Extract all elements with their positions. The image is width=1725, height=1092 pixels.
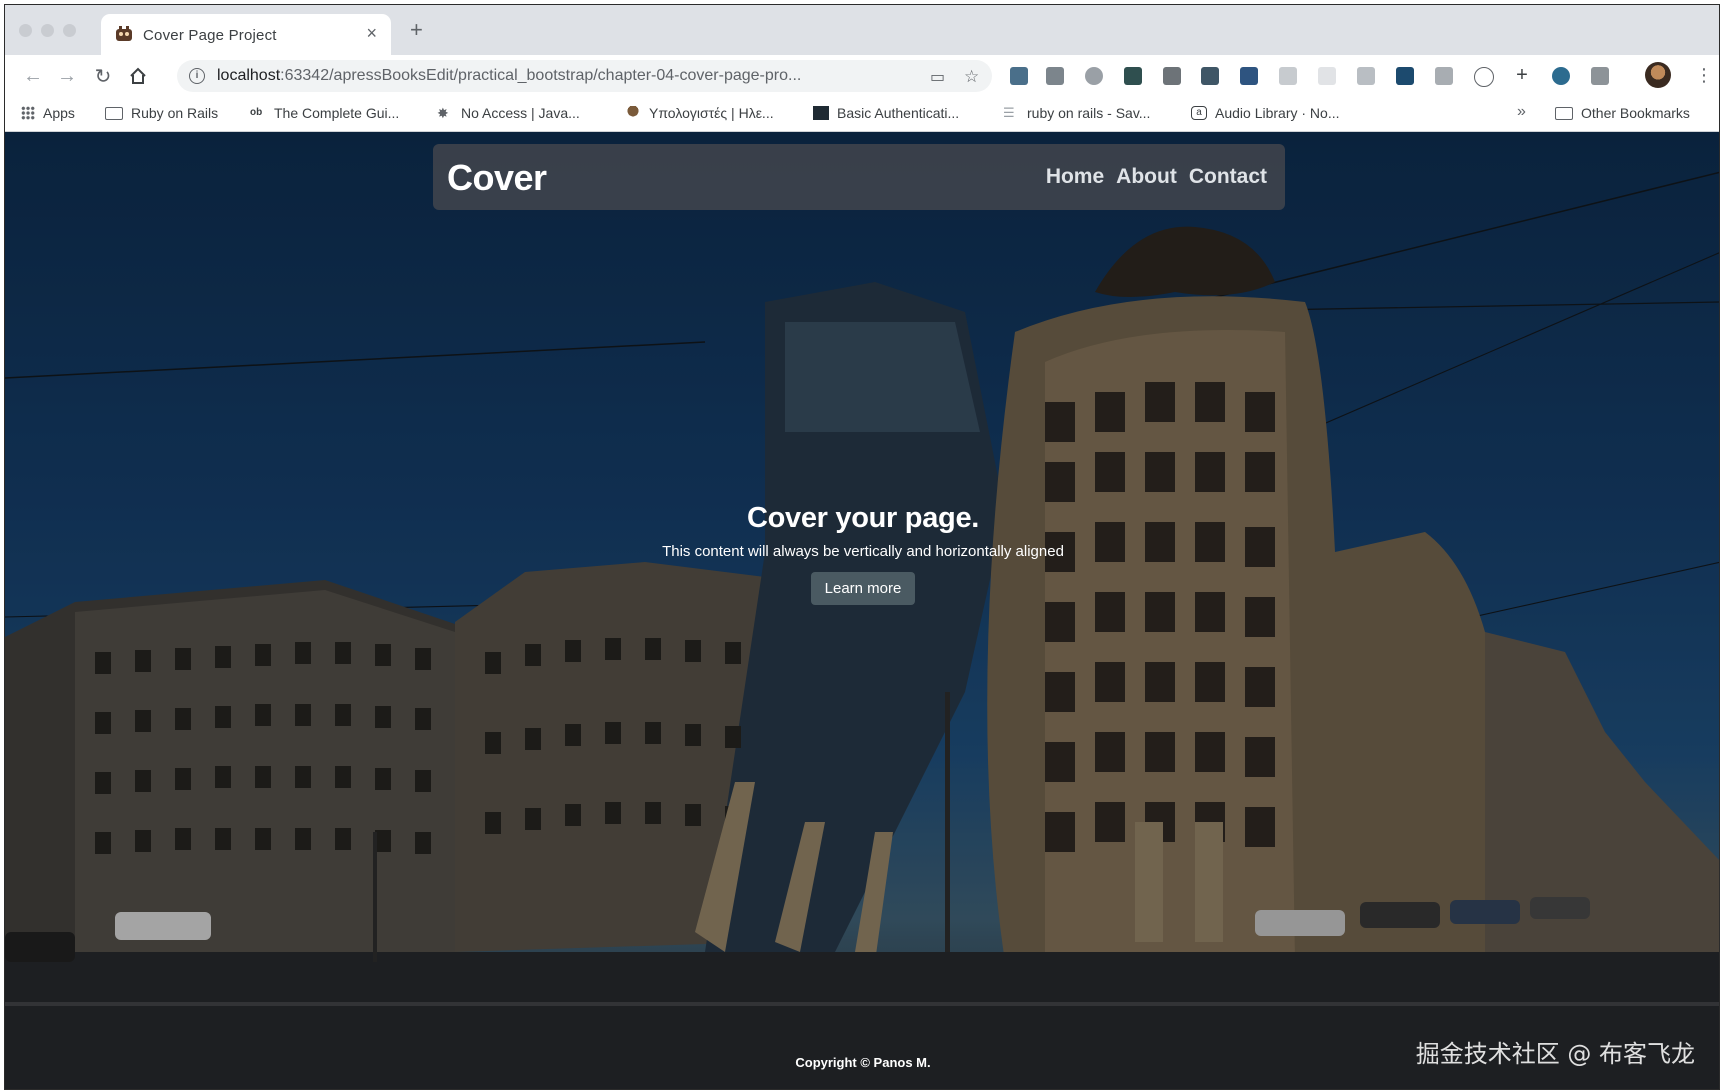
- bookmark-label: ruby on rails - Sav...: [1027, 105, 1151, 121]
- nav-link-contact[interactable]: Contact: [1189, 165, 1267, 189]
- menu-dots-icon[interactable]: ⋮: [1695, 65, 1713, 85]
- tab-strip: Cover Page Project × +: [5, 5, 1719, 55]
- extension-photo-icon[interactable]: [1279, 67, 1297, 85]
- star-burst-icon: ✸: [437, 105, 449, 121]
- folder-icon: [105, 106, 123, 120]
- bookmark-no-access-java[interactable]: ✸ No Access | Java...: [437, 105, 580, 121]
- extension-globe-icon[interactable]: [1552, 67, 1570, 85]
- audio-icon: a: [1191, 106, 1207, 120]
- close-window-control[interactable]: [19, 24, 32, 37]
- extension-swirl-icon[interactable]: [1085, 67, 1103, 85]
- url-host: localhost: [217, 67, 281, 84]
- maximize-window-control[interactable]: [63, 24, 76, 37]
- bookmarks-bar: Apps Ruby on Rails ob The Complete Gui...…: [5, 97, 1719, 132]
- browser-window: Cover Page Project × + ← → ↻ i localhost…: [4, 4, 1720, 1090]
- reload-icon[interactable]: ↻: [91, 64, 115, 88]
- home-icon[interactable]: [126, 64, 150, 88]
- ob-icon: ob: [250, 107, 263, 118]
- cover-lead: This content will always be vertically a…: [662, 543, 1064, 560]
- extension-chat-icon[interactable]: [1357, 67, 1375, 85]
- site-info-icon[interactable]: i: [189, 68, 205, 84]
- extension-c-icon[interactable]: [1124, 67, 1142, 85]
- extension-k-icon[interactable]: [1240, 67, 1258, 85]
- bookmark-star-icon[interactable]: ☆: [964, 67, 979, 87]
- bookmark-label: Other Bookmarks: [1581, 105, 1690, 121]
- extension-move-icon[interactable]: +: [1513, 65, 1531, 85]
- back-icon[interactable]: ←: [21, 64, 45, 88]
- minimize-window-control[interactable]: [41, 24, 54, 37]
- bookmark-ypologistes[interactable]: Υπολογιστές | Ηλε...: [625, 105, 774, 121]
- extension-layers-icon[interactable]: [1435, 67, 1453, 85]
- browser-tab[interactable]: Cover Page Project ×: [101, 14, 391, 55]
- main-nav: Home About Contact: [1046, 165, 1267, 189]
- bookmark-other-bookmarks[interactable]: Other Bookmarks: [1555, 105, 1690, 121]
- dark-overlay: [5, 132, 1719, 1089]
- bookmark-label: Υπολογιστές | Ηλε...: [649, 105, 774, 121]
- bookmarks-overflow-icon[interactable]: »: [1517, 103, 1526, 121]
- extension-print-icon[interactable]: [1591, 67, 1609, 85]
- url-path: :63342/apressBooksEdit/practical_bootstr…: [280, 67, 802, 84]
- bookmark-label: Basic Authenticati...: [837, 105, 960, 121]
- bookmark-basic-authentication[interactable]: Basic Authenticati...: [813, 105, 959, 121]
- cast-icon[interactable]: ▭: [930, 67, 945, 87]
- bookmark-apps[interactable]: Apps: [21, 105, 75, 121]
- extension-dropper-icon[interactable]: [1010, 67, 1028, 85]
- bookmark-label: Apps: [43, 105, 75, 121]
- profile-avatar[interactable]: [1645, 62, 1671, 88]
- nav-link-home[interactable]: Home: [1046, 165, 1104, 189]
- tab-close-icon[interactable]: ×: [366, 23, 377, 43]
- tab-title: Cover Page Project: [143, 27, 277, 44]
- extension-molecule-icon[interactable]: [1046, 67, 1064, 85]
- page-viewport: Cover Home About Contact Cover your page…: [5, 132, 1719, 1089]
- extension-gear-icon[interactable]: [1163, 67, 1181, 85]
- bookmark-audio-library[interactable]: a Audio Library · No...: [1191, 105, 1340, 121]
- forward-icon[interactable]: →: [55, 64, 79, 88]
- cover-heading: Cover your page.: [746, 502, 980, 534]
- learn-more-button[interactable]: Learn more: [810, 572, 916, 605]
- diamond-icon: [813, 106, 829, 120]
- watermark-text: 掘金技术社区 @ 布客飞龙: [1415, 1040, 1695, 1068]
- folder-icon: [1555, 106, 1573, 120]
- browser-toolbar: ← → ↻ i localhost:63342/apressBooksEdit/…: [5, 55, 1719, 97]
- nav-link-about[interactable]: About: [1116, 165, 1177, 189]
- tree-icon: [625, 106, 641, 120]
- extension-a-icon[interactable]: [1474, 67, 1494, 87]
- bookmark-label: Ruby on Rails: [131, 105, 219, 121]
- site-header: Cover Home About Contact: [433, 144, 1285, 210]
- extension-badge-80-icon[interactable]: [1396, 67, 1414, 85]
- url-text: localhost:63342/apressBooksEdit/practica…: [217, 67, 801, 85]
- bookmark-ruby-on-rails-save[interactable]: ☰ ruby on rails - Sav...: [1003, 105, 1150, 121]
- apps-grid-icon: [21, 106, 35, 120]
- bookmark-label: The Complete Gui...: [274, 105, 400, 121]
- bookmark-ruby-on-rails[interactable]: Ruby on Rails: [105, 105, 218, 121]
- address-bar[interactable]: i localhost:63342/apressBooksEdit/practi…: [177, 60, 992, 92]
- new-tab-button[interactable]: +: [410, 19, 423, 41]
- bookmark-complete-guide[interactable]: ob The Complete Gui...: [250, 105, 399, 121]
- cover-content: Cover your page. This content will alway…: [5, 502, 1719, 605]
- brand-title[interactable]: Cover: [447, 157, 547, 199]
- bookmark-label: Audio Library · No...: [1215, 105, 1340, 121]
- extension-blank-icon[interactable]: [1318, 67, 1336, 85]
- bookmark-label: No Access | Java...: [461, 105, 580, 121]
- extension-shield-icon[interactable]: [1201, 67, 1219, 85]
- favicon-icon: [116, 26, 132, 41]
- stack-icon: ☰: [1003, 105, 1015, 120]
